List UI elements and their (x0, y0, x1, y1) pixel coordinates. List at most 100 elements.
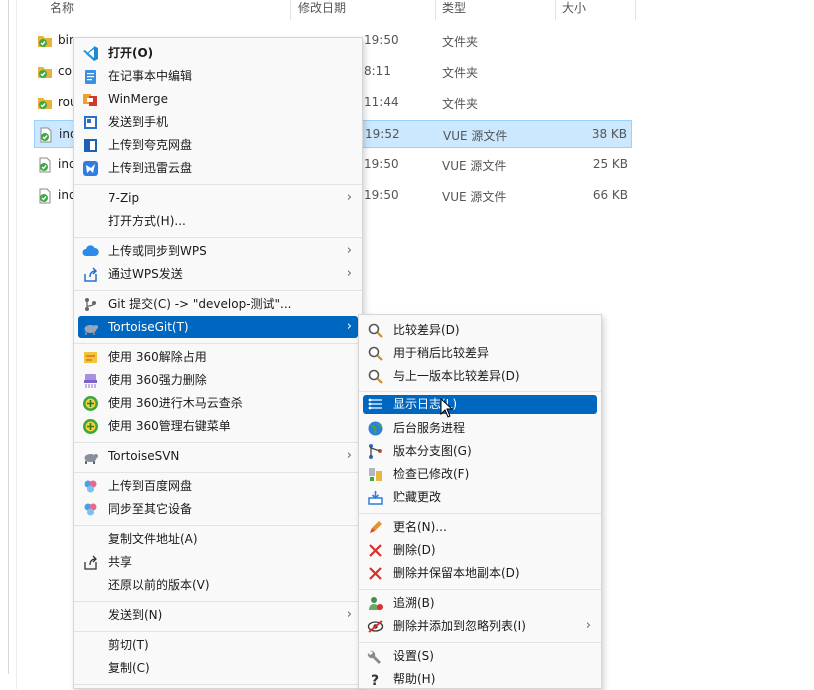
menu-separator (359, 589, 601, 590)
submenu-item-check-modified[interactable]: 检查已修改(F) (363, 463, 597, 485)
file-type: VUE 源文件 (442, 190, 507, 204)
menu-item-label: 7-Zip (108, 191, 140, 205)
menu-item-label: 同步至其它设备 (108, 502, 193, 516)
file-type: 文件夹 (442, 97, 479, 111)
blame-user-icon (367, 595, 384, 612)
menu-item-send-phone[interactable]: 发送到手机 (78, 111, 358, 133)
menu-item-git-commit[interactable]: Git 提交(C) -> "develop-测试"... (78, 293, 358, 315)
submenu-item-show-log[interactable]: 显示日志(L) (363, 395, 597, 414)
window-left-edge (8, 0, 9, 674)
menu-item-winmerge[interactable]: WinMerge (78, 88, 358, 110)
menu-item-send-to[interactable]: 发送到(N) › (78, 604, 358, 626)
quark-icon (82, 137, 99, 154)
menu-item-360-unlock[interactable]: 使用 360解除占用 (78, 346, 358, 368)
menu-separator (359, 513, 601, 514)
menu-item-label: 设置(S) (393, 649, 434, 663)
context-menu: 打开(O) 在记事本中编辑 WinMerge 发送到手机 上传到夸克网盘 上传到… (73, 37, 363, 689)
menu-separator (74, 290, 362, 291)
submenu-item-daemon[interactable]: 后台服务进程 (363, 417, 597, 439)
git-commit-icon (82, 296, 99, 313)
file-date: 19:50 (364, 188, 399, 202)
menu-item-label: 发送到(N) (108, 608, 163, 622)
file-type: VUE 源文件 (443, 129, 508, 143)
notepad-icon (82, 68, 99, 85)
menu-item-notepad[interactable]: 在记事本中编辑 (78, 65, 358, 87)
magnifier-icon (367, 368, 384, 385)
ignore-icon (367, 618, 384, 635)
tortoisegit-icon (82, 319, 99, 336)
menu-item-baidu-upload[interactable]: 上传到百度网盘 (78, 475, 358, 497)
submenu-item-diff[interactable]: 比较差异(D) (363, 319, 597, 341)
vue-file-git-icon (38, 127, 54, 143)
menu-item-cut[interactable]: 剪切(T) (78, 634, 358, 656)
menu-separator (359, 642, 601, 643)
menu-item-wps-send[interactable]: 通过WPS发送 › (78, 263, 358, 285)
menu-item-label: 使用 360解除占用 (108, 350, 207, 364)
menu-item-360-manage[interactable]: 使用 360管理右键菜单 (78, 415, 358, 437)
menu-item-7zip[interactable]: 7-Zip › (78, 187, 358, 209)
menu-item-wps-upload[interactable]: 上传或同步到WPS › (78, 240, 358, 262)
xunlei-icon (82, 160, 99, 177)
column-name-header[interactable]: 名称 (50, 0, 74, 16)
file-type: 文件夹 (442, 66, 479, 80)
submenu-item-blame[interactable]: 追溯(B) (363, 592, 597, 614)
submenu-item-settings[interactable]: 设置(S) (363, 645, 597, 667)
vue-file-git-icon (37, 188, 53, 204)
menu-item-open-with[interactable]: 打开方式(H)... (78, 210, 358, 232)
menu-item-quark[interactable]: 上传到夸克网盘 (78, 134, 358, 156)
menu-item-360-scan[interactable]: 使用 360进行木马云查杀 (78, 392, 358, 414)
winmerge-icon (82, 91, 99, 108)
manage-icon (82, 418, 99, 435)
file-name: co (58, 64, 72, 78)
submenu-item-rename[interactable]: 更名(N)... (363, 516, 597, 538)
submenu-item-delete-ignore[interactable]: 删除并添加到忽略列表(I) › (363, 615, 597, 637)
menu-item-label: 通过WPS发送 (108, 267, 183, 281)
baidu-sync-icon (82, 501, 99, 518)
menu-item-label: TortoiseGit(T) (108, 320, 189, 334)
folder-git-icon (37, 33, 53, 49)
menu-item-baidu-sync[interactable]: 同步至其它设备 (78, 498, 358, 520)
folder-git-icon (37, 64, 53, 80)
menu-item-label: 在记事本中编辑 (108, 69, 193, 83)
column-date-header[interactable]: 修改日期 (298, 0, 346, 16)
file-type: VUE 源文件 (442, 159, 507, 173)
menu-item-label: 上传到百度网盘 (108, 479, 193, 493)
file-size: 38 KB (591, 127, 627, 141)
menu-item-copy[interactable]: 复制(C) (78, 657, 358, 679)
submenu-item-stash[interactable]: 贮藏更改 (363, 486, 597, 508)
menu-item-label: 更名(N)... (393, 520, 447, 534)
menu-item-restore-versions[interactable]: 还原以前的版本(V) (78, 574, 358, 596)
menu-item-label: 与上一版本比较差异(D) (393, 369, 520, 383)
submenu-item-diff-later[interactable]: 用于稍后比较差异 (363, 342, 597, 364)
menu-item-tortoisesvn[interactable]: TortoiseSVN › (78, 445, 358, 467)
window-left-edge-inner (16, 0, 17, 689)
menu-item-copy-path[interactable]: 复制文件地址(A) (78, 528, 358, 550)
menu-separator (74, 525, 362, 526)
column-type-header[interactable]: 类型 (442, 0, 466, 16)
menu-item-label: 使用 360进行木马云查杀 (108, 396, 243, 410)
magnifier-icon (367, 322, 384, 339)
delete-x-icon (367, 565, 384, 582)
submenu-item-delete-keep[interactable]: 删除并保留本地副本(D) (363, 562, 597, 584)
submenu-item-delete[interactable]: 删除(D) (363, 539, 597, 561)
column-size-header[interactable]: 大小 (562, 0, 586, 16)
submenu-item-revision-graph[interactable]: 版本分支图(G) (363, 440, 597, 462)
tortoisesvn-icon (82, 448, 99, 465)
baidu-icon (82, 478, 99, 495)
menu-item-open[interactable]: 打开(O) (78, 42, 358, 64)
vscode-icon (82, 45, 99, 62)
share-icon (82, 266, 99, 283)
file-date: 19:52 (365, 127, 400, 141)
tortoisegit-submenu: 比较差异(D) 用于稍后比较差异 与上一版本比较差异(D) 显示日志(L) 后台… (358, 314, 602, 689)
menu-item-360-delete[interactable]: 使用 360强力删除 (78, 369, 358, 391)
menu-item-label: 上传到夸克网盘 (108, 138, 193, 152)
menu-separator (74, 684, 362, 685)
submenu-item-diff-prev[interactable]: 与上一版本比较差异(D) (363, 365, 597, 387)
column-header-bar: 名称 修改日期 类型 大小 (0, 0, 636, 22)
menu-item-tortoisegit[interactable]: TortoiseGit(T) › (78, 316, 358, 338)
menu-item-xunlei[interactable]: 上传到迅雷云盘 (78, 157, 358, 179)
submenu-item-help[interactable]: ? 帮助(H) (363, 668, 597, 690)
mouse-cursor-icon (440, 398, 454, 418)
menu-item-share[interactable]: 共享 (78, 551, 358, 573)
menu-item-label: 复制(C) (108, 661, 150, 675)
